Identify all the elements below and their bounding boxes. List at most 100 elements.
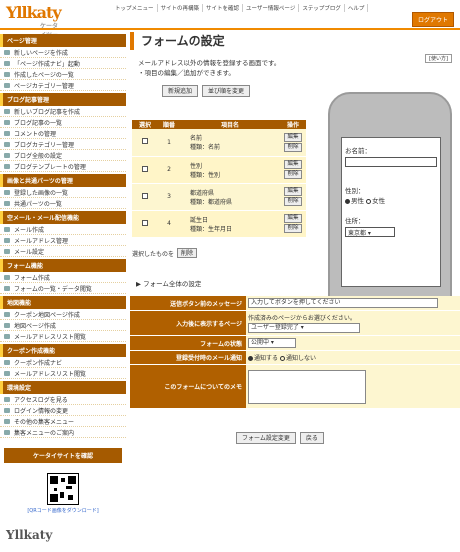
radio-icon <box>345 198 350 204</box>
row-checkbox[interactable] <box>142 138 148 145</box>
sidebar-section-title: ページ管理 <box>0 34 126 47</box>
qr-download-link[interactable]: [QRコード画像をダウンロード] <box>4 507 122 514</box>
settings-title: ▶ フォーム全体の設定 <box>136 280 202 288</box>
radio-icon <box>366 198 372 204</box>
help-link[interactable]: [使い方] <box>425 54 452 63</box>
row-checkbox[interactable] <box>142 192 148 199</box>
setting-label: フォームの状態 <box>130 335 246 351</box>
sidebar-item[interactable]: 新しいページを作成 <box>0 47 126 58</box>
setting-note: 作成済みのページからお選びください。 <box>248 315 356 322</box>
table-row: 1 名前 種類：名前 編集 削除 <box>132 129 306 157</box>
logout-button[interactable]: ログアウト <box>411 12 454 27</box>
notify-off-radio[interactable] <box>279 356 285 361</box>
row-name: 都道府県 <box>190 189 215 197</box>
row-name: 性別 <box>190 162 203 170</box>
table-row: 3 都道府県 種類：都道府県 編集 削除 <box>132 183 306 211</box>
sidebar-item[interactable]: クーポン作成ナビ <box>0 357 126 368</box>
notify-on-radio[interactable] <box>248 356 253 361</box>
nav-help[interactable]: ヘルプ <box>345 4 369 12</box>
sidebar-item[interactable]: フォームの一覧・データ閲覧 <box>0 283 126 294</box>
nav-user[interactable]: ユーザー情報ページ <box>243 4 300 12</box>
preview-name-input <box>345 157 437 167</box>
phone-screen: お名前： 性別： 男性 女性 住所： 東京都 ▾ <box>341 137 441 287</box>
bulk-delete-button[interactable]: 削除 <box>177 248 198 258</box>
col-select: 選択 <box>132 120 158 129</box>
desc-line1: メールアドレス以外の情報を登録する画面です。 <box>138 59 281 67</box>
nav-check[interactable]: サイトを確認 <box>203 4 244 12</box>
sidebar-item[interactable]: ブログ全般の設定 <box>0 150 126 161</box>
mobile-check-title: ケータイサイトを確認 <box>4 448 122 463</box>
sidebar-item[interactable]: メールアドレスリスト閲覧 <box>0 331 126 342</box>
sidebar-section-title: 地図機能 <box>0 296 126 309</box>
add-item-button[interactable]: 新規追加 <box>162 85 199 97</box>
row-name: 誕生日 <box>190 216 209 224</box>
top-nav: トップメニュー サイトの再構築 サイトを確認 ユーザー情報ページ ステップブログ… <box>112 4 369 12</box>
delete-button[interactable]: 削除 <box>284 224 302 233</box>
nav-rebuild[interactable]: サイトの再構築 <box>158 4 204 12</box>
header: Yllkatyケータイツール トップメニュー サイトの再構築 サイトを確認 ユー… <box>0 0 460 48</box>
sidebar-item[interactable]: メールアドレス管理 <box>0 235 126 246</box>
notify-on-label: 通知する <box>254 355 279 362</box>
sidebar-item[interactable]: ブログ記事の一覧 <box>0 117 126 128</box>
phone-preview: お名前： 性別： 男性 女性 住所： 東京都 ▾ <box>328 92 452 322</box>
delete-button[interactable]: 削除 <box>284 142 302 152</box>
delete-button[interactable]: 削除 <box>284 197 302 206</box>
row-type: 種類：都道府県 <box>190 198 233 206</box>
qr-code <box>47 473 79 505</box>
col-name: 項目名 <box>180 120 280 129</box>
preview-name-label: お名前： <box>345 147 371 155</box>
sidebar-item[interactable]: 共通パーツの一覧 <box>0 198 126 209</box>
sidebar-section-title: フォーム機能 <box>0 259 126 272</box>
sidebar-item[interactable]: フォーム作成 <box>0 272 126 283</box>
row-checkbox[interactable] <box>142 165 148 172</box>
sidebar-item[interactable]: クーポン地図ページ作成 <box>0 309 126 320</box>
desc-line2: ・項目の編集／追加ができます。 <box>138 69 235 77</box>
sidebar-item[interactable]: メールアドレスリスト閲覧 <box>0 368 126 379</box>
logo[interactable]: Yllkatyケータイツール <box>6 3 62 48</box>
sidebar-item[interactable]: 作成したページの一覧 <box>0 69 126 80</box>
nav-top[interactable]: トップメニュー <box>112 4 158 12</box>
sort-button[interactable]: 並び順を変更 <box>202 85 251 97</box>
sidebar-item[interactable]: ブログテンプレートの管理 <box>0 161 126 172</box>
sidebar-item[interactable]: 登録した画像の一覧 <box>0 187 126 198</box>
sidebar-item[interactable]: その他の集客メニュー <box>0 416 126 427</box>
sidebar-item[interactable]: アクセスログを見る <box>0 394 126 405</box>
sidebar-item[interactable]: ページカテゴリー管理 <box>0 80 126 91</box>
back-button[interactable]: 戻る <box>299 432 324 444</box>
delete-button[interactable]: 削除 <box>284 170 302 179</box>
sidebar-item[interactable]: コメントの管理 <box>0 128 126 139</box>
mobile-check-box: ケータイサイトを確認 [QRコード画像をダウンロード] <box>4 448 122 514</box>
edit-button[interactable]: 編集 <box>284 132 302 142</box>
preview-addr-label: 住所： <box>345 217 365 225</box>
preview-sex-label: 性別： <box>345 187 365 195</box>
sidebar-item[interactable]: 集客メニューのご案内 <box>0 427 126 438</box>
selected-label: 選択したものを <box>132 250 175 258</box>
sidebar-item[interactable]: 新しいブログ記事を作成 <box>0 106 126 117</box>
sidebar-item[interactable]: メール設定 <box>0 246 126 257</box>
setting-label: 登録受付時のメール通知 <box>130 350 246 365</box>
row-num: 4 <box>158 210 180 238</box>
table-row: 2 性別 種類：性別 編集 削除 <box>132 156 306 184</box>
edit-button[interactable]: 編集 <box>284 214 302 223</box>
sidebar-item[interactable]: ブログカテゴリー管理 <box>0 139 126 150</box>
sidebar-item[interactable]: ログイン情報の変更 <box>0 405 126 416</box>
form-state-select[interactable]: 公開中 ▾ <box>248 338 296 348</box>
submit-message-input[interactable]: 入力してボタンを押してください <box>248 298 438 308</box>
row-checkbox[interactable] <box>142 219 148 226</box>
settings-form: 送信ボタン前のメッセージ 入力してボタンを押してください 入力後に表示するページ作… <box>130 296 460 409</box>
sidebar-section-title: クーポン作成機能 <box>0 344 126 357</box>
save-settings-button[interactable]: フォーム設定変更 <box>236 432 296 444</box>
setting-label: このフォームについてのメモ <box>130 364 246 409</box>
row-type: 種類：性別 <box>190 171 221 179</box>
setting-label: 入力後に表示するページ <box>130 310 246 336</box>
edit-button[interactable]: 編集 <box>284 187 302 196</box>
bottom-logo: Yllkaty <box>6 528 53 542</box>
sidebar-item[interactable]: 「ページ作成ナビ」起動 <box>0 58 126 69</box>
edit-button[interactable]: 編集 <box>284 160 302 169</box>
preview-female: 女性 <box>372 197 386 205</box>
nav-step[interactable]: ステップブログ <box>299 4 345 12</box>
sidebar-item[interactable]: メール作成 <box>0 224 126 235</box>
sidebar-item[interactable]: 地図ページ作成 <box>0 320 126 331</box>
after-page-select[interactable]: ユーザー登録完了 ▾ <box>248 323 360 333</box>
memo-textarea[interactable] <box>248 369 366 404</box>
